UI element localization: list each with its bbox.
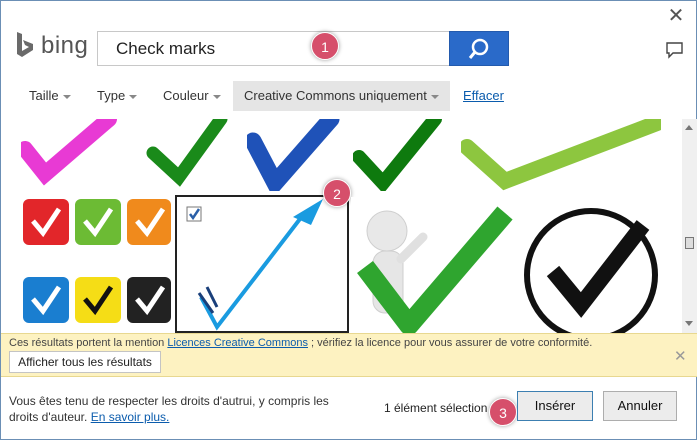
result-thumbnail[interactable] [351,197,513,333]
chevron-down-icon [129,94,138,99]
result-thumbnail[interactable] [21,119,133,191]
result-thumbnail[interactable] [353,119,457,191]
license-notice-suffix: ; vérifiez la licence pour vous assurer … [307,337,593,349]
result-thumbnail[interactable] [461,119,661,191]
insert-images-dialog: ✕ bing Check marks Taille Type Couleur C… [0,0,697,440]
image-results-grid: 2 [1,119,681,333]
close-notice-icon[interactable]: ✕ [674,347,687,365]
filter-creative-commons[interactable]: Creative Commons uniquement [233,81,450,111]
clear-filters-link[interactable]: Effacer les filtres [463,81,504,163]
filter-size-label: Taille [29,88,59,103]
feedback-icon[interactable] [665,41,685,59]
result-thumbnail[interactable] [21,197,173,333]
scroll-thumb[interactable] [685,237,694,249]
scroll-down-icon[interactable] [685,321,693,326]
search-input[interactable]: Check marks [97,31,509,66]
selected-count: 1 élément sélection [384,401,488,415]
filter-type[interactable]: Type [97,81,138,111]
chevron-down-icon [430,94,439,99]
search-button[interactable] [449,31,509,66]
callout-badge-1: 1 [311,32,339,60]
creative-commons-link[interactable]: Licences Creative Commons [167,337,308,349]
copyright-notice: Vous êtes tenu de respecter les droits d… [9,393,329,425]
chevron-down-icon [212,94,221,99]
license-notice-bar: Ces résultats portent la mention Licence… [1,333,697,377]
result-thumbnail-selected[interactable] [175,195,349,333]
filter-color[interactable]: Couleur [163,81,221,111]
insert-button[interactable]: Insérer [517,391,593,421]
learn-more-link[interactable]: En savoir plus. [91,410,170,424]
search-icon [468,38,489,59]
cancel-button[interactable]: Annuler [603,391,677,421]
callout-badge-2: 2 [323,179,351,207]
show-all-results-button[interactable]: Afficher tous les résultats [9,351,161,373]
license-notice-prefix: Ces résultats portent la mention [9,337,168,349]
filter-type-label: Type [97,88,126,103]
filter-creative-commons-label: Creative Commons uniquement [244,88,427,103]
search-query[interactable]: Check marks [116,39,215,59]
result-thumbnail[interactable] [519,197,661,333]
scroll-up-icon[interactable] [685,125,693,130]
bing-logo-text: bing [41,32,89,59]
close-icon[interactable]: ✕ [667,6,685,26]
filter-size[interactable]: Taille [29,81,71,111]
bing-logo: bing [15,31,95,59]
filter-color-label: Couleur [163,88,209,103]
result-thumbnail[interactable] [139,119,243,191]
chevron-down-icon [62,94,71,99]
results-scrollbar[interactable] [682,119,697,333]
callout-badge-3: 3 [489,398,517,426]
bing-logo-icon [17,32,33,57]
license-notice-text: Ces résultats portent la mention Licence… [9,337,592,349]
